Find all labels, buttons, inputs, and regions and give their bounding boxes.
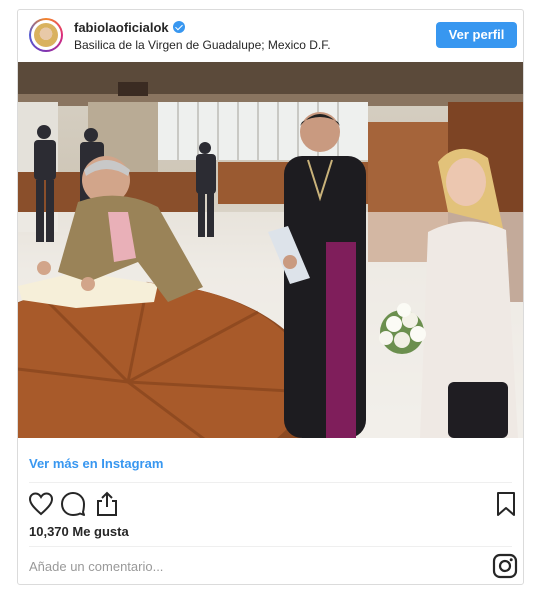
add-comment-field[interactable]: Añade un comentario... [29, 559, 163, 574]
verified-badge-icon [172, 21, 185, 33]
action-bar [18, 486, 523, 526]
post-photo[interactable] [18, 62, 523, 438]
instagram-icon[interactable] [492, 553, 520, 581]
bookmark-icon[interactable] [492, 490, 520, 518]
divider [29, 482, 512, 483]
avatar[interactable] [29, 18, 63, 52]
username[interactable]: fabiolaoficialok [74, 20, 185, 35]
view-profile-button[interactable]: Ver perfil [436, 22, 517, 48]
view-more-on-instagram-link[interactable]: Ver más en Instagram [29, 456, 163, 471]
post-location[interactable]: Basilica de la Virgen de Guadalupe; Mexi… [74, 38, 331, 52]
share-icon[interactable] [93, 490, 121, 518]
divider [29, 546, 512, 547]
username-text[interactable]: fabiolaoficialok [74, 20, 169, 35]
post-header: fabiolaoficialok Basilica de la Virgen d… [18, 10, 523, 62]
photo-illustration [18, 62, 523, 438]
comment-bubble-icon[interactable] [59, 490, 87, 518]
heart-icon[interactable] [27, 490, 55, 518]
likes-count[interactable]: 10,370 Me gusta [29, 524, 129, 539]
instagram-embed-card: fabiolaoficialok Basilica de la Virgen d… [17, 9, 524, 585]
